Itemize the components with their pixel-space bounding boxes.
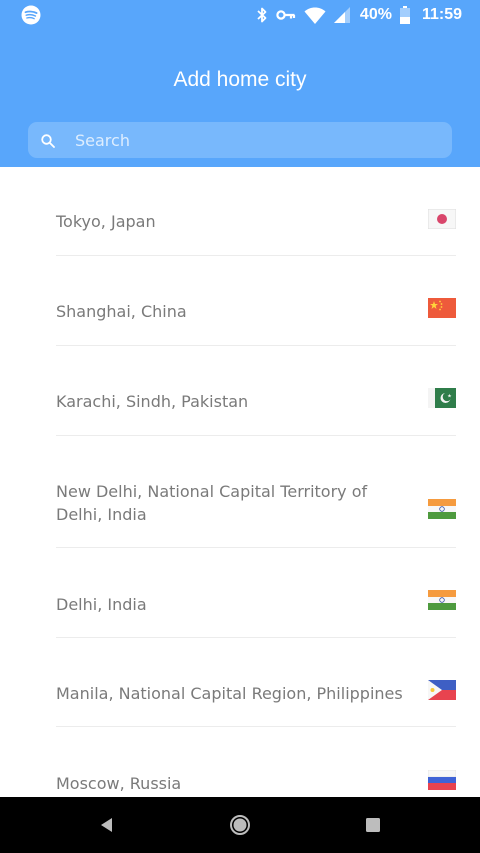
battery-icon bbox=[399, 6, 410, 24]
city-list: Tokyo, Japan Shanghai, China Karachi, Si… bbox=[0, 167, 480, 797]
spotify-icon bbox=[21, 5, 41, 25]
city-name: New Delhi, National Capital Territory of… bbox=[56, 482, 368, 524]
back-icon[interactable] bbox=[95, 813, 119, 837]
bluetooth-icon bbox=[256, 6, 268, 24]
russia-flag-icon bbox=[428, 770, 456, 790]
navigation-bar bbox=[0, 797, 480, 853]
india-flag-icon bbox=[428, 499, 456, 519]
battery-percent: 40% bbox=[359, 6, 392, 23]
city-row-new-delhi[interactable]: New Delhi, National Capital Territory of… bbox=[56, 436, 456, 548]
city-row-delhi[interactable]: Delhi, India bbox=[56, 548, 456, 638]
city-row-manila[interactable]: Manila, National Capital Region, Philipp… bbox=[56, 638, 456, 727]
japan-flag-icon bbox=[428, 209, 456, 229]
search-icon bbox=[41, 133, 55, 148]
recents-icon[interactable] bbox=[361, 813, 385, 837]
city-row-shanghai[interactable]: Shanghai, China bbox=[56, 256, 456, 346]
home-icon[interactable] bbox=[228, 813, 252, 837]
vpn-key-icon bbox=[276, 9, 296, 21]
search-bar[interactable] bbox=[28, 122, 452, 158]
status-bar: 40% 11:59 bbox=[0, 0, 480, 30]
city-name: Karachi, Sindh, Pakistan bbox=[56, 392, 249, 411]
city-name: Manila, National Capital Region, Philipp… bbox=[56, 684, 403, 703]
city-row-moscow[interactable]: Moscow, Russia bbox=[56, 727, 456, 797]
city-row-karachi[interactable]: Karachi, Sindh, Pakistan bbox=[56, 346, 456, 436]
pakistan-flag-icon bbox=[428, 388, 456, 408]
philippines-flag-icon bbox=[428, 680, 456, 700]
china-flag-icon bbox=[428, 298, 456, 318]
status-icons: 40% 11:59 bbox=[256, 4, 462, 26]
city-name: Tokyo, Japan bbox=[56, 212, 156, 231]
city-name: Delhi, India bbox=[56, 595, 147, 614]
header: 40% 11:59 Add home city bbox=[0, 0, 480, 167]
wifi-icon bbox=[304, 7, 326, 24]
city-row-tokyo[interactable]: Tokyo, Japan bbox=[56, 167, 456, 256]
india-flag-icon bbox=[428, 590, 456, 610]
search-input[interactable] bbox=[75, 122, 435, 158]
cell-signal-icon bbox=[333, 7, 350, 23]
city-name: Moscow, Russia bbox=[56, 774, 182, 793]
clock-time: 11:59 bbox=[421, 6, 462, 23]
city-name: Shanghai, China bbox=[56, 302, 187, 321]
page-title: Add home city bbox=[173, 68, 307, 91]
